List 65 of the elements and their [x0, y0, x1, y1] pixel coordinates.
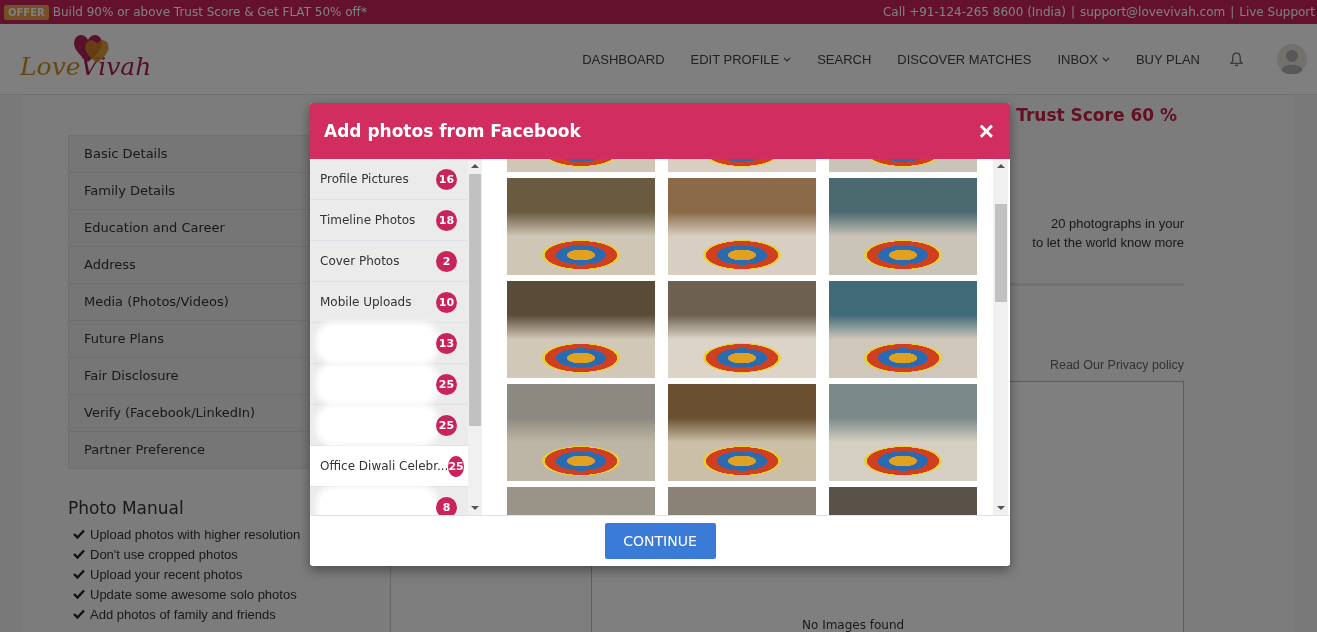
count-badge: 13	[436, 332, 457, 354]
nav-link[interactable]: DISCOVER MATCHES	[897, 51, 1032, 67]
photo-placeholder[interactable]	[507, 281, 655, 378]
empty-message: No Images found	[802, 618, 905, 632]
album-item[interactable]: Office Diwali Celebr...25	[310, 446, 468, 487]
check-icon	[73, 569, 85, 579]
tip-text: Don't use cropped photos	[90, 546, 238, 562]
count-badge: 16	[436, 168, 457, 190]
photo-placeholder[interactable]	[668, 281, 816, 378]
tip-text: Update some awesome solo photos	[90, 586, 297, 602]
photo-placeholder[interactable]	[829, 384, 977, 481]
check-icon	[73, 549, 85, 559]
photo-placeholder[interactable]	[507, 384, 655, 481]
photo-placeholder[interactable]	[668, 178, 816, 275]
separator: |	[1070, 5, 1075, 19]
logo[interactable]: LoveVivah	[20, 37, 152, 81]
count-badge: 25	[448, 455, 464, 477]
count-badge: 8	[436, 496, 457, 515]
count-badge: 25	[436, 414, 457, 436]
count-badge: 25	[436, 373, 457, 395]
check-icon	[73, 589, 85, 599]
scroll-down-icon[interactable]	[996, 506, 1005, 511]
trust-score: Trust Score 60 %	[1016, 105, 1177, 125]
album-item[interactable]: 13	[310, 323, 468, 364]
album-item[interactable]: 25	[310, 364, 468, 405]
continue-button[interactable]: CONTINUE	[604, 523, 716, 559]
scroll-up-icon[interactable]	[471, 163, 479, 168]
scrollbar[interactable]	[468, 159, 482, 515]
close-button[interactable]: ×	[976, 118, 996, 144]
nav-link[interactable]: SEARCH	[817, 51, 872, 67]
photo-placeholder[interactable]	[507, 178, 655, 275]
contact-link[interactable]: Live Support	[1239, 5, 1315, 19]
separator: |	[1230, 5, 1235, 19]
count-badge: 10	[436, 291, 457, 313]
notification-bell-icon[interactable]	[1230, 51, 1243, 67]
intro-text: to let the world know more	[1031, 234, 1184, 252]
photo-placeholder[interactable]	[829, 281, 977, 378]
check-icon	[73, 609, 85, 619]
section-title: Photo Manual	[68, 498, 185, 518]
photo-placeholder[interactable]	[668, 384, 816, 481]
scrollbar-thumb[interactable]	[469, 174, 481, 426]
scroll-down-icon[interactable]	[471, 506, 479, 511]
offer-badge: OFFER	[4, 4, 49, 20]
tip-text: Upload photos with higher resolution	[90, 526, 301, 542]
check-icon	[73, 529, 85, 539]
album-name: Office Diwali Celebr...	[320, 459, 449, 473]
nav-link[interactable]: INBOX	[1057, 51, 1110, 67]
tip-text: Add photos of family and friends	[90, 606, 276, 622]
scrollbar[interactable]	[993, 159, 1008, 515]
scroll-up-icon[interactable]	[996, 163, 1005, 168]
offer-text: Build 90% or above Trust Score & Get FLAT 50% off*	[52, 5, 367, 19]
nav-link[interactable]: EDIT PROFILE	[690, 51, 792, 67]
count-badge: 18	[436, 209, 457, 231]
scrollbar-thumb[interactable]	[994, 204, 1007, 302]
tip-text: Upload your recent photos	[90, 566, 243, 582]
album-item[interactable]: 25	[310, 405, 468, 446]
count-badge: 2	[436, 250, 457, 272]
avatar-icon[interactable]	[1277, 44, 1307, 74]
nav-link[interactable]: BUY PLAN	[1135, 51, 1200, 67]
privacy-link[interactable]: Read Our Privacy policy	[1049, 358, 1184, 372]
contact-link[interactable]: Call +91-124-265 8600 (India)	[882, 5, 1066, 19]
photo-placeholder[interactable]	[829, 178, 977, 275]
nav-link[interactable]: DASHBOARD	[582, 51, 665, 67]
intro-text: 20 photographs in your	[1050, 215, 1184, 233]
contact-link[interactable]: support@lovevivah.com	[1080, 5, 1226, 19]
